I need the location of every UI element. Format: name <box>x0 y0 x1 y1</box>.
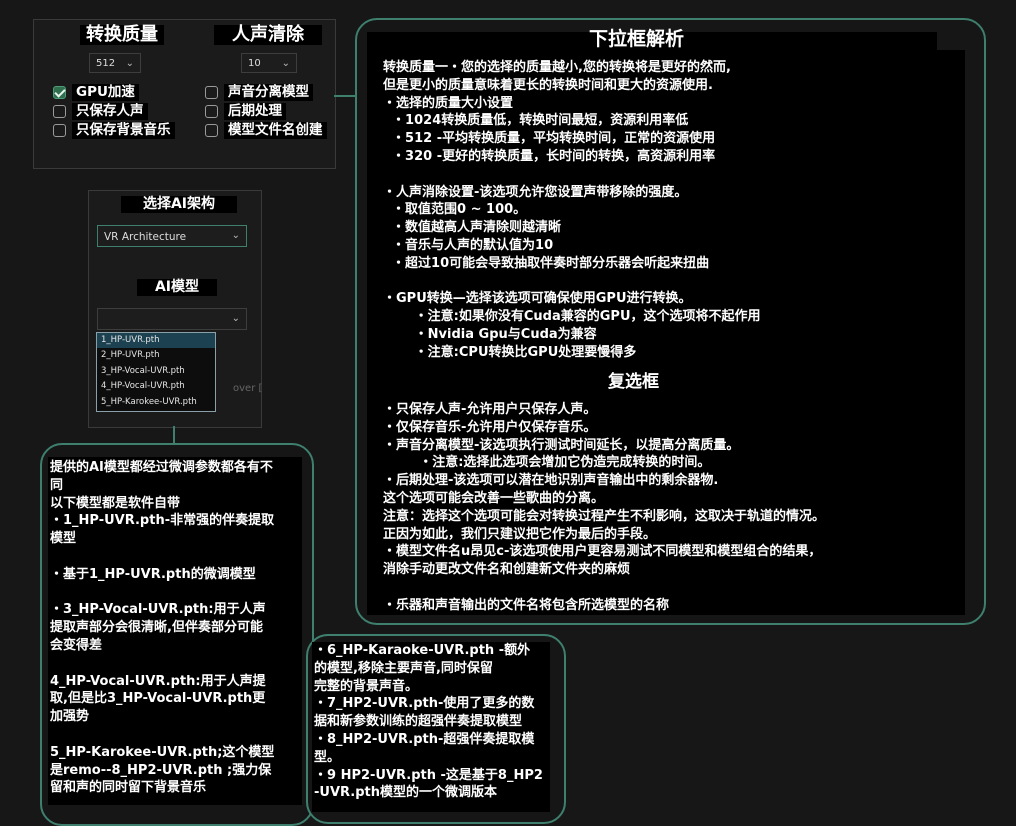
vocals-only-checkbox[interactable]: 只保存人声 <box>53 102 148 120</box>
models-explanation-bubble-two: ・6_HP-Karaoke-UVR.pth -额外 的模型,移除主要声音,同时保… <box>306 634 566 824</box>
model-filename-checkbox[interactable]: 模型文件名创建 <box>205 121 327 139</box>
dropdown-option[interactable]: 5_HP-Karokee-UVR.pth <box>97 395 215 410</box>
architecture-select-value: VR Architecture <box>104 231 187 243</box>
vocal-removal-title: 人声清除 <box>214 25 322 45</box>
models-explanation-text: 提供的AI模型都经过微调参数都各有不 同 以下模型都是软件自带 ・1_HP-UV… <box>50 460 275 796</box>
post-process-checkbox[interactable]: 后期处理 <box>205 102 286 120</box>
architecture-title: 选择AI架构 <box>121 196 237 213</box>
dropdown-explanation-bubble: 下拉框解析 转换质量一・您的选择的质量越小,您的转换将是更好的然而, 但是更小的… <box>355 18 986 625</box>
connector-line <box>173 426 175 444</box>
ai-model-title: AI模型 <box>137 279 217 296</box>
dropdown-option[interactable]: 1_HP-UVR.pth <box>97 333 215 349</box>
ai-model-select[interactable]: ⌄ <box>97 308 247 330</box>
quality-title: 转换质量 <box>80 25 164 45</box>
chevron-down-icon: ⌄ <box>281 58 290 69</box>
checkbox-icon[interactable] <box>205 123 218 137</box>
vocal-removal-select-value: 10 <box>248 58 261 69</box>
checkbox-label: 模型文件名创建 <box>224 121 327 139</box>
chevron-down-icon: ⌄ <box>125 58 134 69</box>
checkbox-icon[interactable] <box>53 104 66 118</box>
chevron-down-icon: ⌄ <box>231 230 240 241</box>
explanation-right-strip <box>937 50 965 615</box>
checkbox-icon[interactable] <box>205 104 218 118</box>
checkbox-label: 只保存人声 <box>72 102 148 120</box>
dropdown-option[interactable]: 3_HP-Vocal-UVR.pth <box>97 364 215 379</box>
partial-label: over [ <box>233 383 263 394</box>
checkbox-label: 只保存背景音乐 <box>72 121 175 139</box>
gpu-conversion-checkbox[interactable]: GPU加速 <box>53 83 139 101</box>
explanation-section-one: 转换质量一・您的选择的质量越小,您的转换将是更好的然而, 但是更小的质量意味着更… <box>383 60 761 360</box>
quality-select[interactable]: 512 ⌄ <box>89 53 141 73</box>
explanation-title: 下拉框解析 <box>589 28 685 50</box>
checkbox-label: 后期处理 <box>224 102 286 120</box>
checkbox-checked-icon[interactable] <box>53 85 66 99</box>
checkbox-label: 声音分离模型 <box>224 83 313 101</box>
ai-model-dropdown-list[interactable]: 1_HP-UVR.pth 2_HP-UVR.pth 3_HP-Vocal-UVR… <box>96 332 216 412</box>
checkbox-icon[interactable] <box>53 123 66 137</box>
dropdown-option[interactable]: 4_HP-Vocal-UVR.pth <box>97 379 215 394</box>
quality-select-value: 512 <box>96 58 116 69</box>
vocal-removal-select[interactable]: 10 ⌄ <box>241 53 297 73</box>
dropdown-option[interactable]: 2_HP-UVR.pth <box>97 348 215 363</box>
explanation-section-two: ・只保存人声-允许用户只保存人声。 ・仅保存音乐-允许用户仅保存音乐。 ・声音分… <box>383 402 826 613</box>
chevron-down-icon: ⌄ <box>231 313 240 324</box>
instrumental-only-checkbox[interactable]: 只保存背景音乐 <box>53 121 175 139</box>
models-explanation-bubble: 提供的AI模型都经过微调参数都各有不 同 以下模型都是软件自带 ・1_HP-UV… <box>40 443 314 826</box>
architecture-select[interactable]: VR Architecture ⌄ <box>97 225 247 247</box>
tta-checkbox[interactable]: 声音分离模型 <box>205 83 313 101</box>
checkbox-section-title: 复选框 <box>608 372 659 392</box>
settings-panel: 转换质量 人声清除 512 ⌄ 10 ⌄ GPU加速 只保存人声 只保存背景音乐… <box>33 19 336 169</box>
checkbox-label: GPU加速 <box>72 83 139 101</box>
models-explanation-two-text: ・6_HP-Karaoke-UVR.pth -额外 的模型,移除主要声音,同时保… <box>314 643 543 801</box>
checkbox-icon[interactable] <box>205 85 218 99</box>
